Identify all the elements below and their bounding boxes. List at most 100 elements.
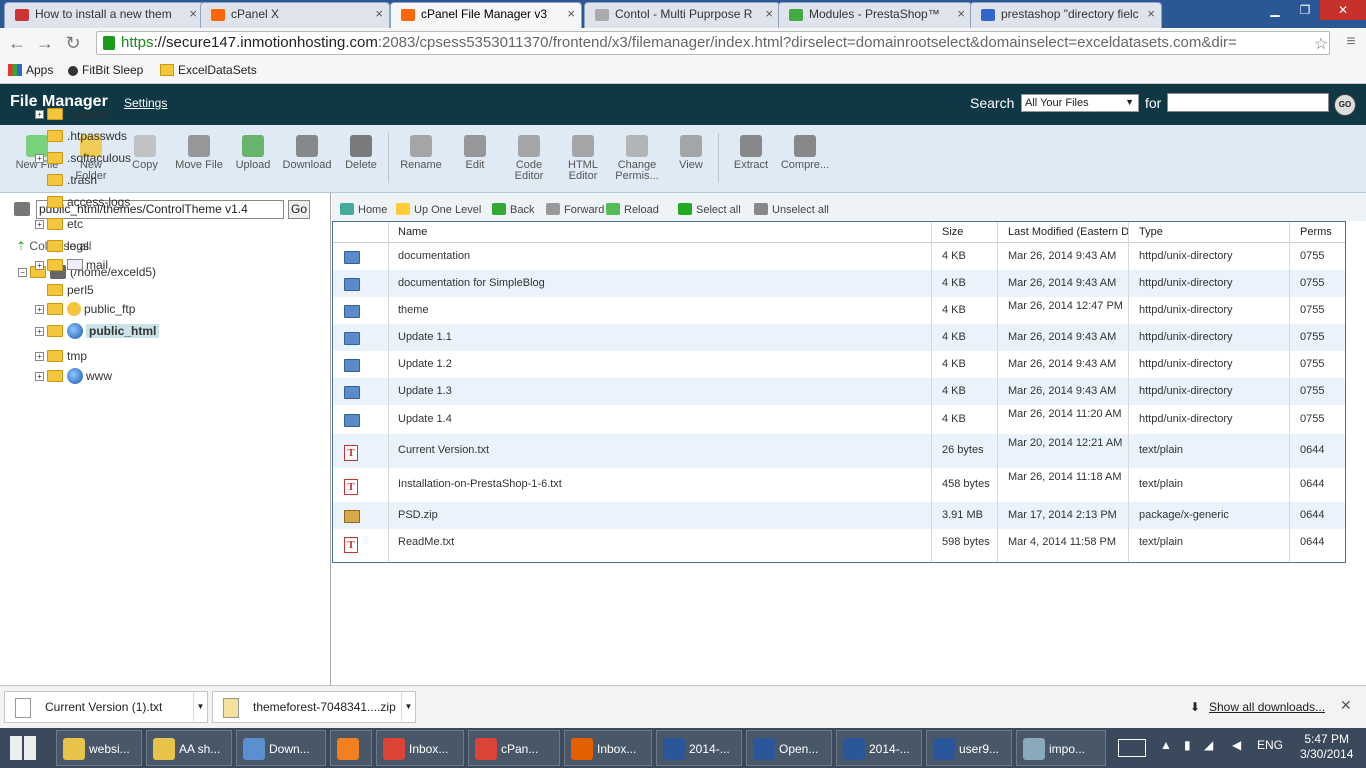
chevron-down-icon[interactable]: ▼ (401, 692, 415, 722)
expand-toggle-icon[interactable]: + (35, 110, 44, 119)
signal-icon[interactable]: ◢ (1204, 738, 1213, 752)
nav-unselect-all-button[interactable]: Unselect all (754, 203, 829, 216)
expand-toggle-icon[interactable]: + (35, 372, 44, 381)
search-scope-select[interactable]: All Your Files (1021, 94, 1139, 112)
download-item[interactable]: Current Version (1).txt ▼ (4, 691, 208, 723)
browser-tab[interactable]: cPanel File Manager v3 × (390, 2, 582, 28)
table-row[interactable]: documentation for SimpleBlog 4 KB Mar 26, … (333, 270, 1345, 297)
search-go-button[interactable]: GO (1334, 94, 1356, 116)
toolbar-compress-button[interactable]: Compre... (777, 135, 833, 171)
toolbar-change-permissions-button[interactable]: Change Permis... (609, 135, 665, 182)
table-row[interactable]: Update 1.1 4 KB Mar 26, 2014 9:43 AM httpd/… (333, 324, 1345, 351)
table-row[interactable]: T Installation-on-PrestaShop-1-6.txt 458 b… (333, 468, 1345, 502)
file-name[interactable]: theme (398, 304, 429, 316)
file-perms[interactable]: 0644 (1300, 509, 1324, 521)
toolbar-download-button[interactable]: Download (279, 135, 335, 171)
address-bar[interactable]: https://secure147.inmotionhosting.com:20… (96, 31, 1330, 55)
tree-item-trash[interactable]: .trash (35, 171, 97, 189)
nav-select-all-button[interactable]: Select all (678, 203, 741, 216)
close-window-button[interactable]: ✕ (1320, 0, 1366, 20)
file-perms[interactable]: 0755 (1300, 331, 1324, 343)
toolbar-delete-button[interactable]: Delete (333, 135, 389, 171)
bookmark-apps[interactable]: Apps (8, 63, 53, 77)
expand-toggle-icon[interactable]: + (35, 154, 44, 163)
download-item[interactable]: themeforest-7048341....zip ▼ (212, 691, 416, 723)
file-perms[interactable]: 0755 (1300, 385, 1324, 397)
tree-item-cpanel[interactable]: + .cpanel (35, 105, 106, 123)
expand-toggle-icon[interactable]: + (35, 352, 44, 361)
tree-item-accesslogs[interactable]: access-logs (35, 193, 130, 211)
file-perms[interactable]: 0644 (1300, 478, 1324, 490)
close-tab-icon[interactable]: × (765, 6, 773, 21)
expand-toggle-icon[interactable]: + (35, 220, 44, 229)
taskbar-item[interactable]: AA sh... (146, 730, 232, 766)
reload-icon[interactable]: ↻ (62, 33, 84, 54)
volume-icon[interactable]: ◀ (1232, 738, 1241, 752)
close-tab-icon[interactable]: × (957, 6, 965, 21)
keyboard-icon[interactable] (1118, 739, 1146, 757)
taskbar-item[interactable]: 2014-... (836, 730, 922, 766)
windows-start-icon[interactable] (10, 736, 36, 760)
show-all-downloads-link[interactable]: Show all downloads... (1209, 700, 1325, 714)
toolbar-upload-button[interactable]: Upload (225, 135, 281, 171)
taskbar-item[interactable]: websi... (56, 730, 142, 766)
column-name[interactable]: Name (398, 226, 427, 238)
tree-item-logs[interactable]: logs (35, 237, 89, 255)
taskbar-item[interactable]: cPan... (468, 730, 560, 766)
taskbar-item[interactable]: Inbox... (376, 730, 464, 766)
tree-item-softaculous[interactable]: + .softaculous (35, 149, 131, 167)
column-type[interactable]: Type (1139, 226, 1163, 238)
collapse-toggle-icon[interactable]: − (18, 268, 27, 277)
file-perms[interactable]: 0755 (1300, 250, 1324, 262)
clock[interactable]: 5:47 PM 3/30/2014 (1300, 732, 1353, 762)
tree-item-etc[interactable]: + etc (35, 215, 83, 233)
bookmark-fitbit[interactable]: FitBit Sleep (68, 63, 143, 77)
toolbar-rename-button[interactable]: Rename (393, 135, 449, 171)
toolbar-move-file-button[interactable]: Move File (171, 135, 227, 171)
menu-icon[interactable]: ≡ (1340, 33, 1362, 51)
table-row[interactable]: T ReadMe.txt 598 bytes Mar 4, 2014 11:58 PM… (333, 529, 1345, 556)
file-name[interactable]: Update 1.4 (398, 413, 452, 425)
file-name[interactable]: documentation for SimpleBlog (398, 277, 545, 289)
chevron-down-icon[interactable]: ▼ (193, 692, 207, 722)
expand-toggle-icon[interactable]: + (35, 305, 44, 314)
table-row[interactable]: theme 4 KB Mar 26, 2014 12:47 PM httpd/unix… (333, 297, 1345, 324)
taskbar-item[interactable] (330, 730, 372, 766)
tree-item-mail[interactable]: + mail (35, 256, 108, 274)
taskbar-item[interactable]: impo... (1016, 730, 1106, 766)
nav-up-one-level-button[interactable]: Up One Level (396, 203, 481, 216)
close-tab-icon[interactable]: × (375, 6, 383, 21)
nav-back-button[interactable]: Back (492, 203, 534, 216)
browser-tab[interactable]: Modules - PrestaShop™ × (778, 2, 972, 28)
taskbar-item[interactable]: 2014-... (656, 730, 742, 766)
close-tab-icon[interactable]: × (567, 6, 575, 21)
file-name[interactable]: Current Version.txt (398, 444, 489, 456)
table-row[interactable]: Update 1.4 4 KB Mar 26, 2014 11:20 AM httpd… (333, 405, 1345, 434)
file-name[interactable]: Update 1.3 (398, 385, 452, 397)
nav-home-button[interactable]: Home (340, 203, 387, 216)
taskbar-item[interactable]: Open... (746, 730, 832, 766)
nav-reload-button[interactable]: Reload (606, 203, 659, 216)
column-size[interactable]: Size (942, 226, 963, 238)
table-row[interactable]: T Current Version.txt 26 bytes Mar 20, 2014… (333, 434, 1345, 468)
tree-item-publicftp[interactable]: + public_ftp (35, 300, 135, 318)
expand-toggle-icon[interactable]: + (35, 327, 44, 336)
settings-link[interactable]: Settings (124, 96, 167, 110)
table-row[interactable]: Update 1.3 4 KB Mar 26, 2014 9:43 AM httpd/… (333, 378, 1345, 405)
taskbar-item[interactable]: Down... (236, 730, 326, 766)
expand-toggle-icon[interactable]: + (35, 261, 44, 270)
toolbar-extract-button[interactable]: Extract (723, 135, 779, 171)
close-tab-icon[interactable]: × (189, 6, 197, 21)
file-name[interactable]: Update 1.2 (398, 358, 452, 370)
browser-tab[interactable]: cPanel X × (200, 2, 390, 28)
file-name[interactable]: ReadMe.txt (398, 536, 454, 548)
file-name[interactable]: Update 1.1 (398, 331, 452, 343)
battery-icon[interactable]: ▮ (1184, 738, 1191, 752)
search-input[interactable] (1167, 93, 1329, 112)
toolbar-html-editor-button[interactable]: HTML Editor (555, 135, 611, 182)
file-perms[interactable]: 0755 (1300, 358, 1324, 370)
file-perms[interactable]: 0755 (1300, 277, 1324, 289)
tree-item-www[interactable]: + www (35, 367, 112, 385)
star-icon[interactable]: ☆ (1310, 34, 1332, 54)
path-go-button[interactable]: Go (288, 200, 310, 219)
